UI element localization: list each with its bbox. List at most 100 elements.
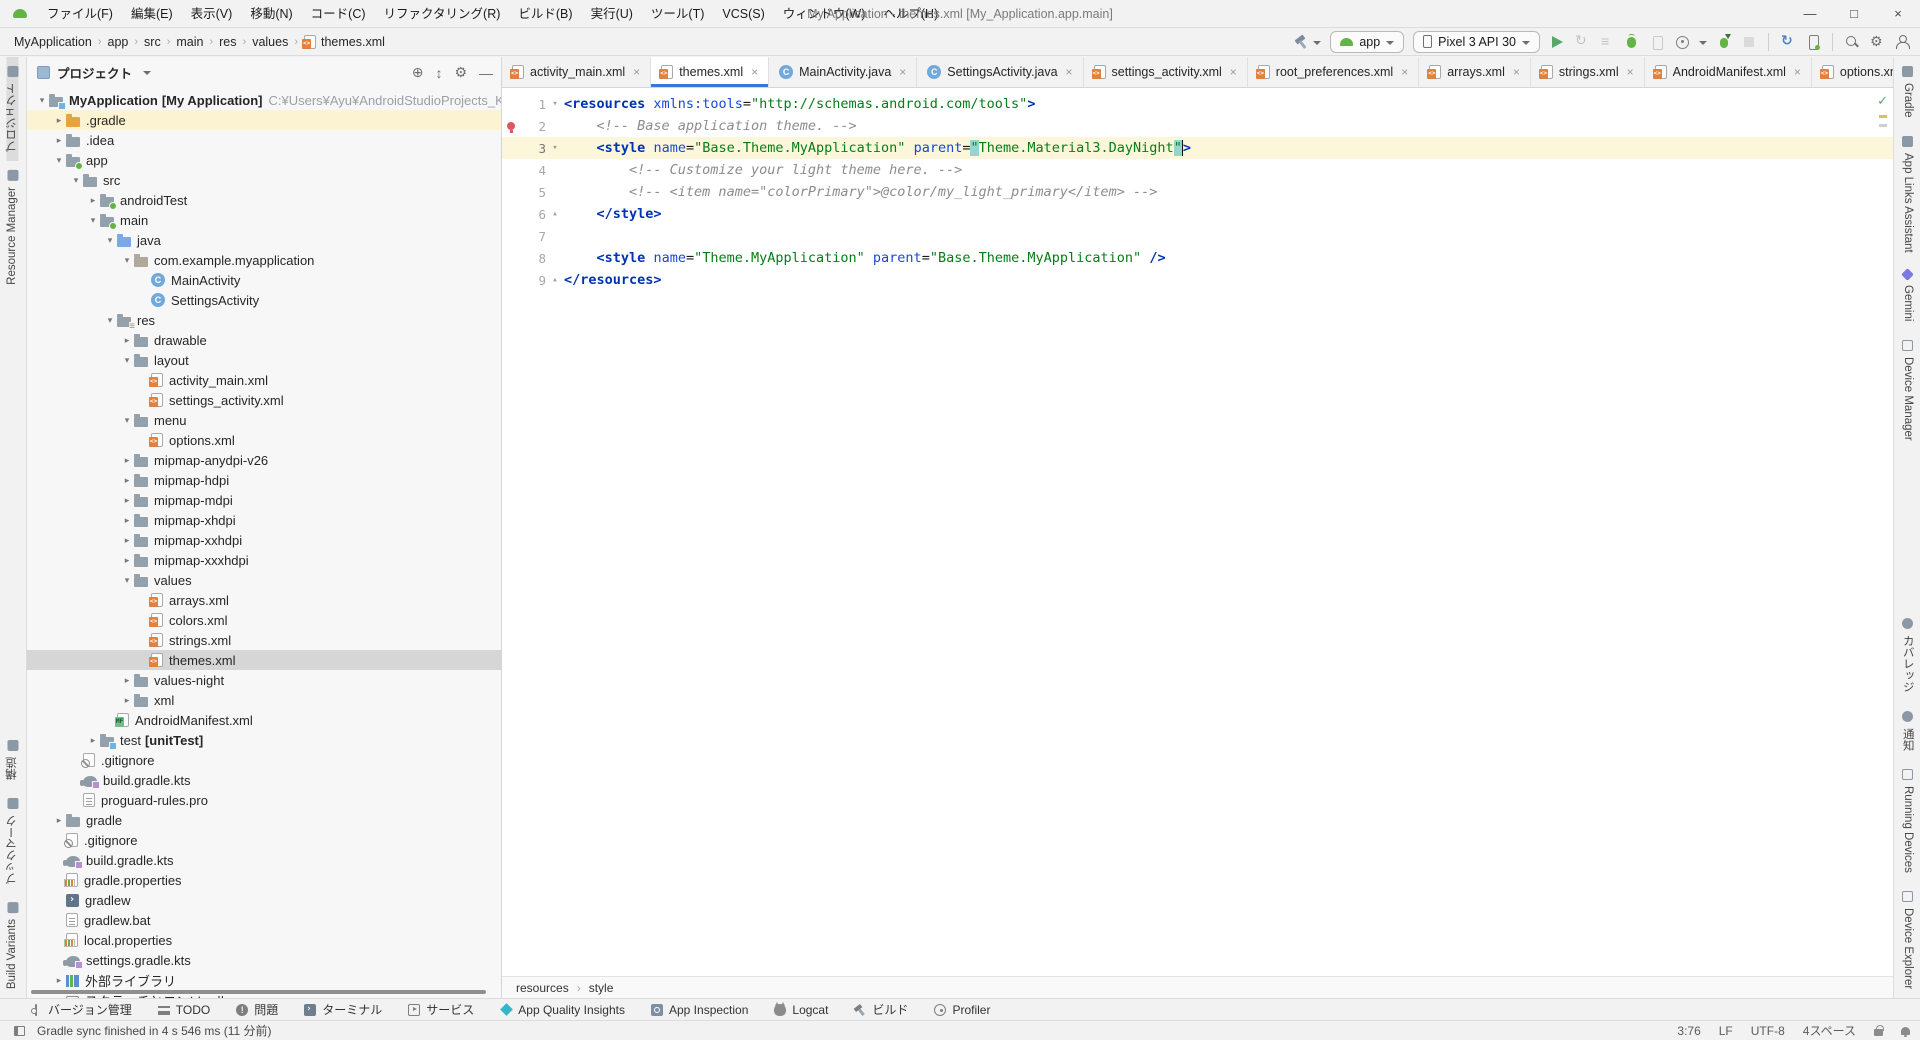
tree-row-menu[interactable]: ▾menu (27, 410, 501, 430)
tab-MainActivity.java[interactable]: MainActivity.java× (769, 57, 917, 87)
close-icon[interactable]: × (1513, 65, 1520, 79)
tree-row-proguard-rules.pro[interactable]: proguard-rules.pro (27, 790, 501, 810)
tree-row-gradle[interactable]: ▸gradle (27, 810, 501, 830)
tool-window-button-problems[interactable]: 問題 (236, 1001, 278, 1018)
chevron-collapsed-icon[interactable]: ▸ (120, 675, 134, 686)
chevron-expanded-icon[interactable]: ▾ (120, 255, 134, 266)
menu-f[interactable]: ファイル(F) (38, 7, 122, 21)
menu-b[interactable]: ビルド(B) (509, 7, 581, 21)
tool-stripe-notifications[interactable]: 通知 (1901, 702, 1913, 760)
breadcrumb-item[interactable]: src (144, 35, 161, 49)
tab-options.xml[interactable]: options.xml× (1812, 57, 1893, 87)
warning-stripe-mark[interactable] (1879, 115, 1887, 118)
attach-icon[interactable] (1649, 34, 1665, 50)
tab-activity_main.xml[interactable]: activity_main.xml× (502, 57, 651, 87)
tree-row-mipmap-anydpi-v26[interactable]: ▸mipmap-anydpi-v26 (27, 450, 501, 470)
account-icon[interactable] (1894, 34, 1910, 50)
chevron-expanded-icon[interactable]: ▾ (120, 415, 134, 426)
tree-row-app[interactable]: ▾app (27, 150, 501, 170)
tree-row-.gitignore[interactable]: .gitignore (27, 750, 501, 770)
fold-marker-icon[interactable]: ▴ (546, 275, 564, 285)
tree-row-main[interactable]: ▾main (27, 210, 501, 230)
tool-window-button-todo[interactable]: TODO (158, 1003, 210, 1017)
editor-breadcrumb-item[interactable]: style (589, 981, 614, 995)
tool-window-button-logcat[interactable]: Logcat (774, 1003, 828, 1017)
chevron-collapsed-icon[interactable]: ▸ (120, 475, 134, 486)
line-number[interactable]: 4 (520, 163, 546, 178)
chevron-expanded-icon[interactable]: ▾ (120, 355, 134, 366)
chevron-collapsed-icon[interactable]: ▸ (52, 135, 66, 146)
tool-window-switcher-icon[interactable] (14, 1026, 25, 1036)
tree-row-SettingsActivity[interactable]: SettingsActivity (27, 290, 501, 310)
close-icon[interactable]: × (1794, 65, 1801, 79)
tree-row-test[interactable]: ▸test[unitTest] (27, 730, 501, 750)
tool-window-button-app-quality-insights[interactable]: App Quality Insights (500, 1003, 625, 1017)
tab-arrays.xml[interactable]: arrays.xml× (1419, 57, 1531, 87)
tree-row-arrays.xml[interactable]: arrays.xml (27, 590, 501, 610)
menu-v[interactable]: 表示(V) (182, 7, 242, 21)
tree-row-themes.xml[interactable]: themes.xml (27, 650, 501, 670)
tool-window-button-version-control[interactable]: バージョン管理 (30, 1001, 132, 1018)
collapse-all-icon[interactable]: ↕ (435, 65, 442, 81)
breadcrumb-item[interactable]: app (108, 35, 129, 49)
tool-window-button-services[interactable]: サービス (408, 1001, 474, 1018)
error-bulb-icon[interactable] (507, 122, 515, 130)
tree-row-colors.xml[interactable]: colors.xml (27, 610, 501, 630)
tree-row-res[interactable]: ▾res (27, 310, 501, 330)
chevron-expanded-icon[interactable]: ▾ (103, 315, 117, 326)
close-icon[interactable]: × (1627, 65, 1634, 79)
chevron-collapsed-icon[interactable]: ▸ (120, 515, 134, 526)
tree-row-drawable[interactable]: ▸drawable (27, 330, 501, 350)
notifications-bell-icon[interactable] (1901, 1027, 1910, 1035)
gradle-sync-icon[interactable] (1780, 34, 1796, 50)
status-line-separator[interactable]: LF (1719, 1024, 1733, 1038)
line-number[interactable]: 7 (520, 229, 546, 244)
chevron-collapsed-icon[interactable]: ▸ (52, 975, 66, 986)
line-number[interactable]: 6 (520, 207, 546, 222)
tool-stripe-gemini[interactable]: Gemini (1901, 261, 1913, 330)
breadcrumb-item[interactable]: MyApplication (14, 35, 92, 49)
status-file-encoding[interactable]: UTF-8 (1751, 1024, 1785, 1038)
tree-row-values[interactable]: ▾values (27, 570, 501, 590)
device-select[interactable]: Pixel 3 API 30 (1413, 31, 1540, 53)
tree-row-mipmap-xxxhdpi[interactable]: ▸mipmap-xxxhdpi (27, 550, 501, 570)
tab-strings.xml[interactable]: strings.xml× (1531, 57, 1645, 87)
breadcrumb-item[interactable]: main (176, 35, 203, 49)
tree-row-options.xml[interactable]: options.xml (27, 430, 501, 450)
tool-stripe-structure[interactable]: 構造 (7, 731, 19, 789)
close-icon[interactable]: × (751, 65, 758, 79)
tool-stripe-app-links-assistant[interactable]: App Links Assistant (1901, 127, 1913, 262)
tree-row-src[interactable]: ▾src (27, 170, 501, 190)
hide-panel-icon[interactable]: — (479, 65, 493, 81)
close-icon[interactable]: × (633, 65, 640, 79)
tree-row-java[interactable]: ▾java (27, 230, 501, 250)
close-icon[interactable]: × (1066, 65, 1073, 79)
tree-row-[interactable]: ▸外部ライブラリ (27, 970, 501, 990)
menu-c[interactable]: コード(C) (302, 7, 375, 21)
tab-SettingsActivity.java[interactable]: SettingsActivity.java× (917, 57, 1083, 87)
tool-window-button-build[interactable]: ビルド (854, 1001, 908, 1018)
locate-icon[interactable]: ⊕ (412, 64, 424, 81)
tab-AndroidManifest.xml[interactable]: AndroidManifest.xml× (1645, 57, 1812, 87)
chevron-collapsed-icon[interactable]: ▸ (120, 495, 134, 506)
line-number[interactable]: 5 (520, 185, 546, 200)
breadcrumb-file[interactable]: themes.xml (304, 35, 385, 49)
tree-row-layout[interactable]: ▾layout (27, 350, 501, 370)
search-icon[interactable] (1844, 34, 1860, 50)
tree-row-local.properties[interactable]: local.properties (27, 930, 501, 950)
chevron-expanded-icon[interactable]: ▾ (35, 95, 49, 106)
line-number[interactable]: 3 (520, 141, 546, 156)
tree-row-mipmap-mdpi[interactable]: ▸mipmap-mdpi (27, 490, 501, 510)
tree-row-xml[interactable]: ▸xml (27, 690, 501, 710)
tree-row-mipmap-hdpi[interactable]: ▸mipmap-hdpi (27, 470, 501, 490)
tree-row-MainActivity[interactable]: MainActivity (27, 270, 501, 290)
menu-u[interactable]: 実行(U) (582, 7, 642, 21)
tree-row-gradle.properties[interactable]: gradle.properties (27, 870, 501, 890)
fold-marker-icon[interactable]: ▴ (546, 209, 564, 219)
device-manager-icon[interactable] (1805, 34, 1821, 50)
status-caret-position[interactable]: 3:76 (1677, 1024, 1700, 1038)
tab-settings_activity.xml[interactable]: settings_activity.xml× (1084, 57, 1248, 87)
tree-row-settings_activity.xml[interactable]: settings_activity.xml (27, 390, 501, 410)
tree-row-.idea[interactable]: ▸.idea (27, 130, 501, 150)
caret-down-icon[interactable] (1699, 34, 1707, 50)
